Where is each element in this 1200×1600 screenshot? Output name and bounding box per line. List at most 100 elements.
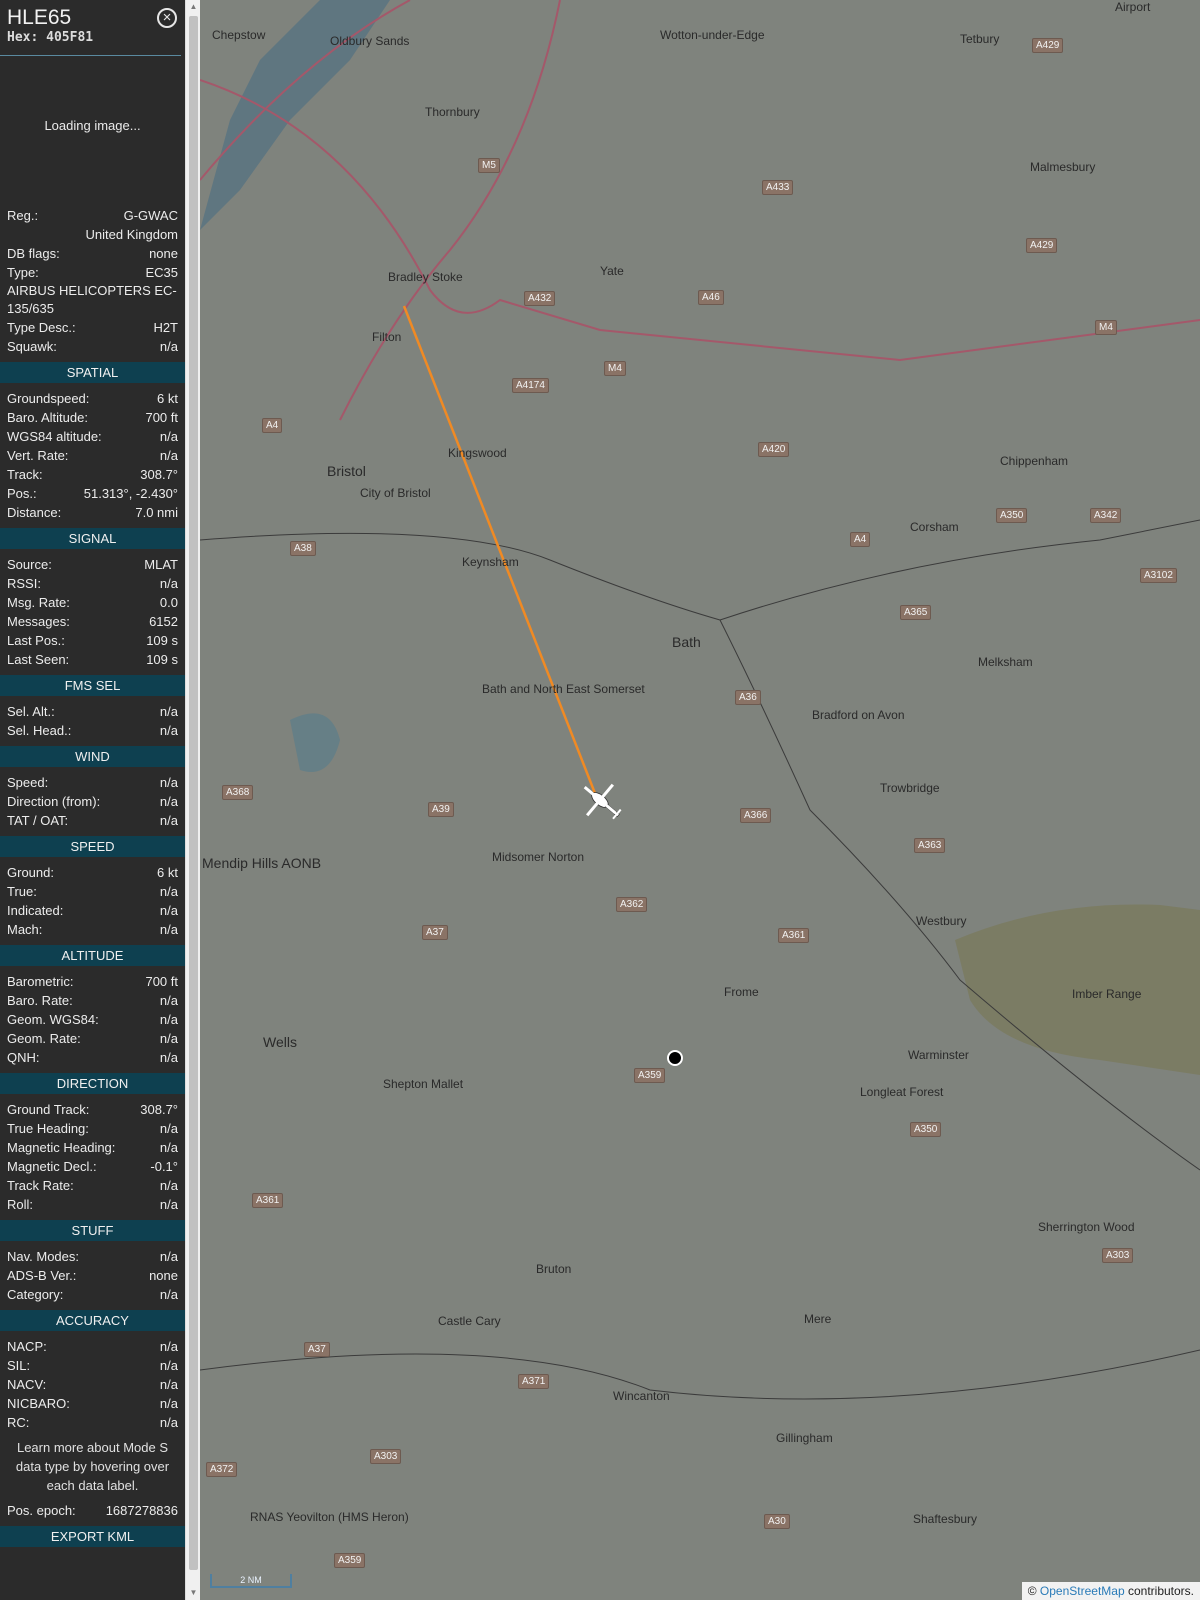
data-row: Sel. Alt.: n/a — [0, 702, 185, 721]
data-label[interactable]: Magnetic Heading: — [7, 1138, 115, 1157]
map-place-label: Mendip Hills AONB — [202, 855, 322, 871]
data-label[interactable]: Pos.: — [7, 484, 37, 503]
scrollbar-thumb[interactable] — [189, 16, 198, 1570]
data-label[interactable]: Roll: — [7, 1195, 33, 1214]
map-place-label: Corsham — [910, 520, 959, 534]
map-place-label: Yate — [600, 264, 624, 278]
data-value: n/a — [159, 813, 178, 828]
data-label[interactable]: Msg. Rate: — [7, 593, 70, 612]
data-label[interactable]: True Heading: — [7, 1119, 89, 1138]
data-label[interactable]: NICBARO: — [7, 1394, 70, 1413]
data-label[interactable]: Category: — [7, 1285, 63, 1304]
road-shield: A38 — [290, 541, 316, 556]
data-label[interactable]: Indicated: — [7, 901, 63, 920]
pos-epoch-value: 1687278836 — [105, 1503, 178, 1518]
data-label[interactable]: Geom. WGS84: — [7, 1010, 99, 1029]
road-shield: A361 — [778, 928, 810, 943]
map-place-label: Longleat Forest — [860, 1085, 944, 1099]
data-row: Vert. Rate: n/a — [0, 446, 185, 465]
export-kml-button[interactable]: EXPORT KML — [0, 1526, 185, 1547]
close-icon[interactable]: × — [157, 8, 177, 28]
data-label[interactable]: Speed: — [7, 773, 48, 792]
data-label[interactable]: Baro. Rate: — [7, 991, 73, 1010]
data-label[interactable]: RSSI: — [7, 574, 41, 593]
data-value: United Kingdom — [85, 227, 179, 242]
data-label[interactable]: Track: — [7, 465, 43, 484]
road-shield: A432 — [524, 291, 556, 306]
data-label[interactable]: Geom. Rate: — [7, 1029, 81, 1048]
data-value: 6 kt — [157, 391, 178, 406]
data-row: Distance: 7.0 nmi — [0, 503, 185, 522]
map-view[interactable]: Chepstow Oldbury Sands Wotton-under-Edge Te… — [200, 0, 1200, 1600]
data-row: Track: 308.7° — [0, 465, 185, 484]
data-label[interactable]: Last Seen: — [7, 650, 69, 669]
data-label[interactable]: NACV: — [7, 1375, 46, 1394]
sidebar-scrollbar[interactable]: ▲ ▼ — [185, 0, 200, 1600]
data-label[interactable]: Groundspeed: — [7, 389, 89, 408]
data-label[interactable]: Magnetic Decl.: — [7, 1157, 97, 1176]
data-label[interactable]: WGS84 altitude: — [7, 427, 102, 446]
data-row: Geom. WGS84: n/a — [0, 1010, 185, 1029]
scroll-down-arrow-icon[interactable]: ▼ — [186, 1586, 201, 1600]
hex-code: Hex: 405F81 — [7, 30, 94, 45]
data-label[interactable]: Track Rate: — [7, 1176, 74, 1195]
data-row: Pos.: 51.313°, -2.430° — [0, 484, 185, 503]
data-row: Ground: 6 kt — [0, 863, 185, 882]
map-place-label: Midsomer Norton — [492, 850, 585, 864]
data-value: n/a — [159, 794, 178, 809]
receiver-location-marker — [667, 1050, 683, 1066]
map-place-label: Oldbury Sands — [330, 34, 410, 48]
data-label[interactable]: AIRBUS HELICOPTERS EC-135/635 — [7, 282, 178, 318]
helicopter-icon[interactable] — [572, 772, 631, 831]
data-label[interactable]: Ground Track: — [7, 1100, 89, 1119]
data-label[interactable]: QNH: — [7, 1048, 40, 1067]
data-label[interactable]: Sel. Head.: — [7, 721, 71, 740]
openstreetmap-link[interactable]: OpenStreetMap — [1040, 1584, 1125, 1598]
data-label[interactable]: SIL: — [7, 1356, 30, 1375]
data-label[interactable]: Sel. Alt.: — [7, 702, 55, 721]
pos-epoch-label[interactable]: Pos. epoch: — [7, 1501, 76, 1520]
data-label[interactable]: Mach: — [7, 920, 42, 939]
data-label[interactable]: DB flags: — [7, 244, 60, 263]
data-label[interactable]: Type Desc.: — [7, 318, 76, 337]
data-row: Geom. Rate: n/a — [0, 1029, 185, 1048]
data-label[interactable]: TAT / OAT: — [7, 811, 68, 830]
data-label[interactable]: Ground: — [7, 863, 54, 882]
data-label[interactable]: RC: — [7, 1413, 29, 1432]
road-shield: A363 — [914, 838, 946, 853]
road-shield: A429 — [1032, 38, 1064, 53]
road-shield: A350 — [996, 508, 1028, 523]
map-place-label: Keynsham — [462, 555, 519, 569]
data-row: DB flags: none — [0, 244, 185, 263]
data-value: MLAT — [144, 557, 178, 572]
data-label[interactable]: NACP: — [7, 1337, 47, 1356]
data-label[interactable]: ADS-B Ver.: — [7, 1266, 76, 1285]
data-label[interactable]: True: — [7, 882, 37, 901]
data-label[interactable]: Direction (from): — [7, 792, 100, 811]
data-value: n/a — [159, 1377, 178, 1392]
panel-header: HLE65 Hex: 405F81 × — [0, 0, 181, 56]
road-shield: M5 — [478, 158, 500, 173]
road-shield: A36 — [735, 690, 761, 705]
data-value: n/a — [159, 1050, 178, 1065]
data-label[interactable]: Nav. Modes: — [7, 1247, 79, 1266]
scroll-up-arrow-icon[interactable]: ▲ — [186, 0, 201, 14]
data-row: Sel. Head.: n/a — [0, 721, 185, 740]
data-label[interactable]: Distance: — [7, 503, 61, 522]
data-row: Nav. Modes: n/a — [0, 1247, 185, 1266]
data-label[interactable]: Source: — [7, 555, 52, 574]
data-label[interactable]: Barometric: — [7, 972, 73, 991]
data-label[interactable]: Reg.: — [7, 206, 38, 225]
data-label[interactable]: Squawk: — [7, 337, 57, 356]
data-label[interactable]: Messages: — [7, 612, 70, 631]
road-shield: A368 — [222, 785, 254, 800]
data-label[interactable]: Baro. Altitude: — [7, 408, 88, 427]
data-label[interactable]: Vert. Rate: — [7, 446, 68, 465]
road-shield: A37 — [304, 1342, 330, 1357]
data-value: 308.7° — [140, 467, 178, 482]
data-value: G-GWAC — [123, 208, 178, 223]
data-label[interactable]: Last Pos.: — [7, 631, 65, 650]
map-place-label: Shepton Mallet — [383, 1077, 464, 1091]
data-value: n/a — [159, 1140, 178, 1155]
data-label[interactable]: Type: — [7, 263, 39, 282]
